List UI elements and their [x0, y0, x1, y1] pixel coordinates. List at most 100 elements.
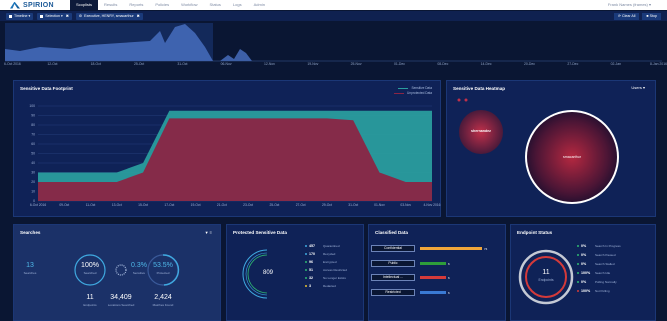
timeline-tick-label: 25-Oct: [134, 62, 145, 66]
protected-row: 51 Access Restricted: [305, 268, 347, 272]
classified-button-restricted[interactable]: Restricted: [371, 289, 415, 296]
searched-label: Searched: [83, 271, 97, 275]
heatmap-bubbles: [457, 98, 619, 204]
timeline-tick-label: 31-Oct: [177, 62, 188, 66]
endpoint-label: Search Stalled: [595, 262, 615, 266]
nav-tab-policies[interactable]: Policies: [149, 0, 175, 10]
y-tick-label: 10: [31, 190, 35, 194]
x-tick-label: 4-Nov 2016: [423, 203, 440, 207]
logo-icon: [10, 1, 20, 9]
protected-label: Recycled: [323, 252, 336, 256]
timeline-filter[interactable]: Timeline ▾: [6, 12, 34, 20]
user-filter-chip[interactable]: ⚙ Executive, HENRY, smacarthur ✖: [75, 12, 143, 20]
user-menu[interactable]: Frank Names (frames) ▾: [608, 0, 651, 10]
timeline-tick-label: 19-Nov: [307, 62, 319, 66]
classified-row[interactable]: Intellectual ... 6: [371, 274, 450, 281]
y-tick-label: 60: [31, 142, 35, 146]
y-tick-label: 70: [31, 133, 35, 137]
selection-filter[interactable]: Selection ▾ ✖: [37, 12, 72, 20]
stop-label: Stop: [649, 13, 657, 18]
sensitive-label: Sensitive: [132, 271, 146, 275]
bubble-small[interactable]: [457, 98, 461, 102]
nav-tab-workflow[interactable]: Workflow: [175, 0, 203, 10]
matches-count: 2,424: [154, 294, 172, 301]
stop-button[interactable]: ■ Stop: [642, 12, 661, 20]
protected-num: 32: [309, 276, 313, 280]
protected-row: 96 Encrypted: [305, 260, 337, 264]
timeline[interactable]: 6-Oct 2016 12-Oct 18-Oct 25-Oct 31-Oct 06-Nov…: [0, 21, 667, 74]
x-tick-label: 11-Oct: [86, 203, 96, 207]
endpoints-count: 11: [86, 294, 94, 301]
y-tick-label: 100: [29, 104, 35, 108]
classified-row[interactable]: Public 6: [371, 260, 450, 267]
endpoint-label: Not Polling: [595, 289, 610, 293]
y-tick-label: 80: [31, 123, 35, 127]
classified-row[interactable]: Restricted 6: [371, 289, 450, 296]
endpoint-num: 0%: [581, 262, 587, 266]
status-dot: [305, 253, 307, 255]
nav-tab-admin[interactable]: Admin: [248, 0, 271, 10]
timeline-tick-label: 14-Dec: [480, 62, 492, 66]
nav-tab-status[interactable]: Status: [204, 0, 227, 10]
x-tick-label: 29-Oct: [322, 203, 332, 207]
status-dot: [305, 277, 307, 279]
endpoint-count-label: Endpoints: [538, 278, 554, 282]
endpoint-label: Search Paused: [595, 253, 616, 257]
y-tick-label: 90: [31, 114, 35, 118]
x-tick-label: 13-Oct: [112, 203, 122, 207]
timeline-tick-label: 12-Nov: [264, 62, 275, 66]
bubble-small[interactable]: [464, 98, 468, 102]
classified-row[interactable]: Confidential 74: [371, 245, 487, 252]
filter-bar: Timeline ▾ Selection ▾ ✖ ⚙ Executive, HE…: [0, 11, 667, 21]
endpoint-row: 100% Not Polling: [577, 289, 610, 293]
nav-tab-logs[interactable]: Logs: [227, 0, 248, 10]
locations-label: Locations Searched: [107, 303, 135, 307]
endpoint-count: 11: [542, 269, 550, 276]
classified-value: 6: [448, 275, 450, 280]
clear-all-button[interactable]: ⟳ Clear All: [614, 12, 640, 20]
status-dot: [577, 290, 579, 292]
status-dot: [577, 245, 579, 247]
protected-row: 170 Recycled: [305, 252, 335, 256]
searches-label: Searches: [23, 271, 37, 275]
protected-row: 457 Quarantined: [305, 244, 340, 248]
classified-button-public[interactable]: Public: [371, 260, 415, 267]
y-tick-label: 20: [31, 180, 35, 184]
timeline-tick-label: 25-Nov: [350, 62, 362, 66]
close-icon[interactable]: ✖: [66, 14, 69, 18]
top-nav: SPIRION Scoplists Results Reports Polici…: [0, 0, 667, 10]
x-tick-label: 21-Oct: [217, 203, 227, 207]
nav-tab-results[interactable]: Results: [98, 0, 123, 10]
timeline-tick-label: 27-Dec: [567, 62, 579, 66]
spirion-logo[interactable]: SPIRION: [10, 1, 70, 9]
protected-donut: [242, 249, 268, 299]
endpoint-label: Search In Progress: [595, 244, 621, 248]
protected-label: No Longer Exists: [323, 276, 346, 280]
filter-icon: [40, 14, 44, 18]
sensitive-pct: 0.3%: [131, 262, 147, 269]
status-dot: [577, 281, 579, 283]
timeline-tick-label: 20-Dec: [524, 62, 535, 66]
protected-label: Encrypted: [323, 260, 337, 264]
classified-button-confidential[interactable]: Confidential: [371, 245, 415, 252]
footprint-panel: Sensitive Data Footprint Sensitive Data …: [13, 80, 441, 217]
protected-label: Redacted: [323, 284, 336, 288]
protected-label: Quarantined: [323, 244, 340, 248]
timeline-axis: 6-Oct 2016 12-Oct 18-Oct 25-Oct 31-Oct 06-Nov…: [0, 62, 667, 72]
timeline-tick-label: 08-Dec: [437, 62, 449, 66]
x-tick-label: 31-Oct: [348, 203, 358, 207]
close-icon[interactable]: ✖: [137, 14, 140, 18]
x-tick-label: 09-Oct: [59, 203, 69, 207]
protected-num: 3: [309, 284, 311, 288]
endpoint-num: 100%: [581, 271, 591, 275]
protected-num: 51: [309, 268, 313, 272]
bubble-label-shernandez: shernandez: [471, 129, 491, 133]
endpoint-num: 0%: [581, 244, 587, 248]
status-dot: [577, 263, 579, 265]
matches-label: Matches Found: [152, 303, 174, 307]
filter-icon: [9, 14, 12, 18]
clear-all-label: Clear All: [622, 13, 636, 18]
nav-tab-reports[interactable]: Reports: [123, 0, 149, 10]
nav-tab-scoplists[interactable]: Scoplists: [70, 0, 99, 10]
classified-button-intellectual[interactable]: Intellectual ...: [371, 274, 415, 281]
